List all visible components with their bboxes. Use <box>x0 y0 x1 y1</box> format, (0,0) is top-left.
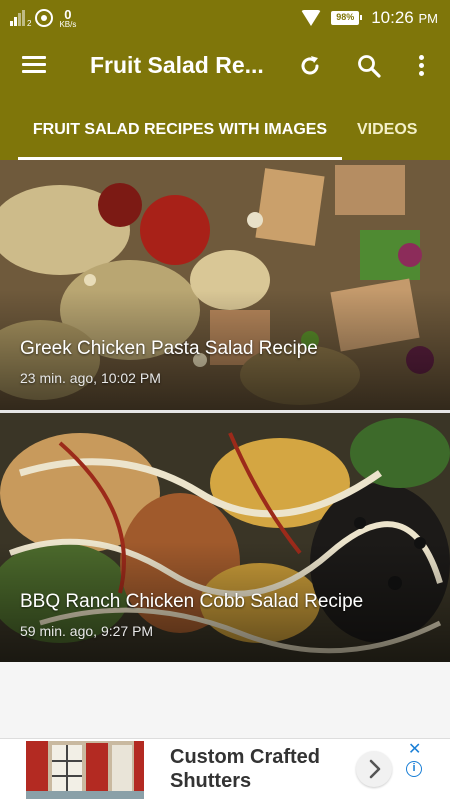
recipe-timestamp: 23 min. ago, 10:02 PM <box>20 370 161 386</box>
refresh-icon[interactable] <box>297 53 323 79</box>
ad-image[interactable] <box>26 741 144 799</box>
status-left: 2 0 KB/s <box>10 4 76 32</box>
clock-ampm: PM <box>418 11 439 26</box>
clock-time: 10:26 <box>371 8 414 27</box>
tab-bar: FRUIT SALAD RECIPES WITH IMAGES VIDEOS <box>0 96 450 160</box>
battery-icon: 98% <box>331 11 363 25</box>
sim-index: 2 <box>27 18 32 28</box>
page-title: Fruit Salad Re... <box>90 52 264 78</box>
more-vert-icon[interactable] <box>412 53 432 79</box>
ad-headline[interactable]: Custom Crafted Shutters <box>170 745 350 793</box>
recipe-title: Greek Chicken Pasta Salad Recipe <box>20 338 318 359</box>
list-empty-space <box>0 662 450 738</box>
network-speed: 0 KB/s <box>59 8 76 29</box>
ad-banner[interactable]: Custom Crafted Shutters ✕ i <box>0 738 450 800</box>
status-bar: 2 0 KB/s 98% 10:26 PM <box>0 0 450 36</box>
menu-icon[interactable] <box>22 54 48 76</box>
info-icon[interactable]: i <box>406 761 422 777</box>
network-speed-value: 0 <box>64 6 72 22</box>
wifi-icon <box>301 10 322 26</box>
search-icon[interactable] <box>356 53 382 79</box>
recipe-card[interactable]: Greek Chicken Pasta Salad Recipe 23 min.… <box>0 160 450 410</box>
recipe-title: BBQ Ranch Chicken Cobb Salad Recipe <box>20 591 364 612</box>
battery-level: 98% <box>336 12 355 22</box>
app-screen: 2 0 KB/s 98% 10:26 PM Fruit Salad Re... … <box>0 0 450 800</box>
recipe-card[interactable]: BBQ Ranch Chicken Cobb Salad Recipe 59 m… <box>0 413 450 662</box>
signal-icon <box>10 10 26 26</box>
close-icon[interactable]: ✕ <box>408 739 421 759</box>
app-toolbar: Fruit Salad Re... <box>0 36 450 96</box>
whatsapp-icon <box>35 9 54 27</box>
recipe-timestamp: 59 min. ago, 9:27 PM <box>20 623 154 639</box>
tab-recipes-with-images[interactable]: FRUIT SALAD RECIPES WITH IMAGES <box>18 96 342 160</box>
network-speed-unit: KB/s <box>59 19 77 29</box>
clock: 10:26 PM <box>371 8 438 28</box>
status-right: 98% 10:26 PM <box>301 4 438 32</box>
tab-videos[interactable]: VIDEOS <box>342 96 450 160</box>
chevron-right-icon[interactable] <box>356 751 392 787</box>
